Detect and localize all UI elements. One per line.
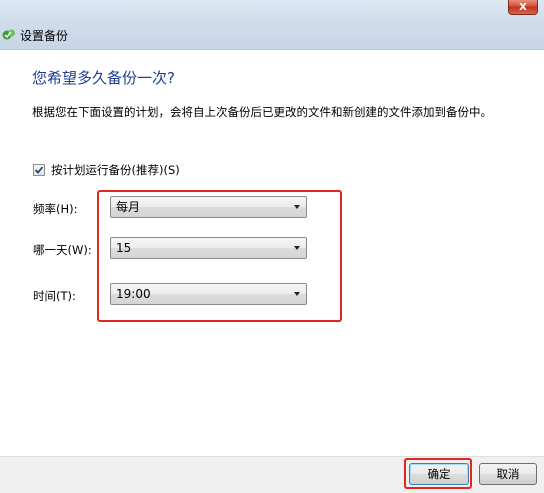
time-value: 19:00	[116, 287, 151, 301]
frequency-label: 频率(H):	[33, 202, 78, 216]
backup-app-icon	[2, 29, 15, 40]
title-bar: x 设置备份	[0, 0, 544, 50]
day-label: 哪一天(W):	[33, 243, 92, 257]
chevron-down-icon	[294, 246, 300, 250]
schedule-checkbox-label: 按计划运行备份(推荐)(S)	[51, 163, 180, 177]
cancel-button[interactable]: 取消	[479, 463, 537, 485]
schedule-checkbox[interactable]	[33, 164, 45, 176]
day-select[interactable]: 15	[110, 237, 307, 259]
page-description: 根据您在下面设置的计划，会将自上次备份后已更改的文件和新创建的文件添加到备份中。	[32, 105, 492, 119]
schedule-checkbox-row[interactable]: 按计划运行备份(推荐)(S)	[33, 162, 180, 178]
chevron-down-icon	[294, 292, 300, 296]
time-label: 时间(T):	[33, 289, 76, 303]
setup-backup-window: x 设置备份 您希望多久备份一次? 根据您在下面设置的计划，会将自上次备份后已更…	[0, 0, 544, 493]
frequency-value: 每月	[116, 200, 141, 214]
day-value: 15	[116, 241, 132, 255]
page-heading: 您希望多久备份一次?	[32, 69, 175, 87]
frequency-select[interactable]: 每月	[110, 196, 307, 218]
ok-button[interactable]: 确定	[409, 463, 469, 485]
checkmark-icon	[34, 166, 44, 174]
close-button[interactable]: x	[508, 0, 538, 15]
chevron-down-icon	[294, 205, 300, 209]
time-select[interactable]: 19:00	[110, 283, 307, 305]
window-title: 设置备份	[20, 29, 69, 43]
